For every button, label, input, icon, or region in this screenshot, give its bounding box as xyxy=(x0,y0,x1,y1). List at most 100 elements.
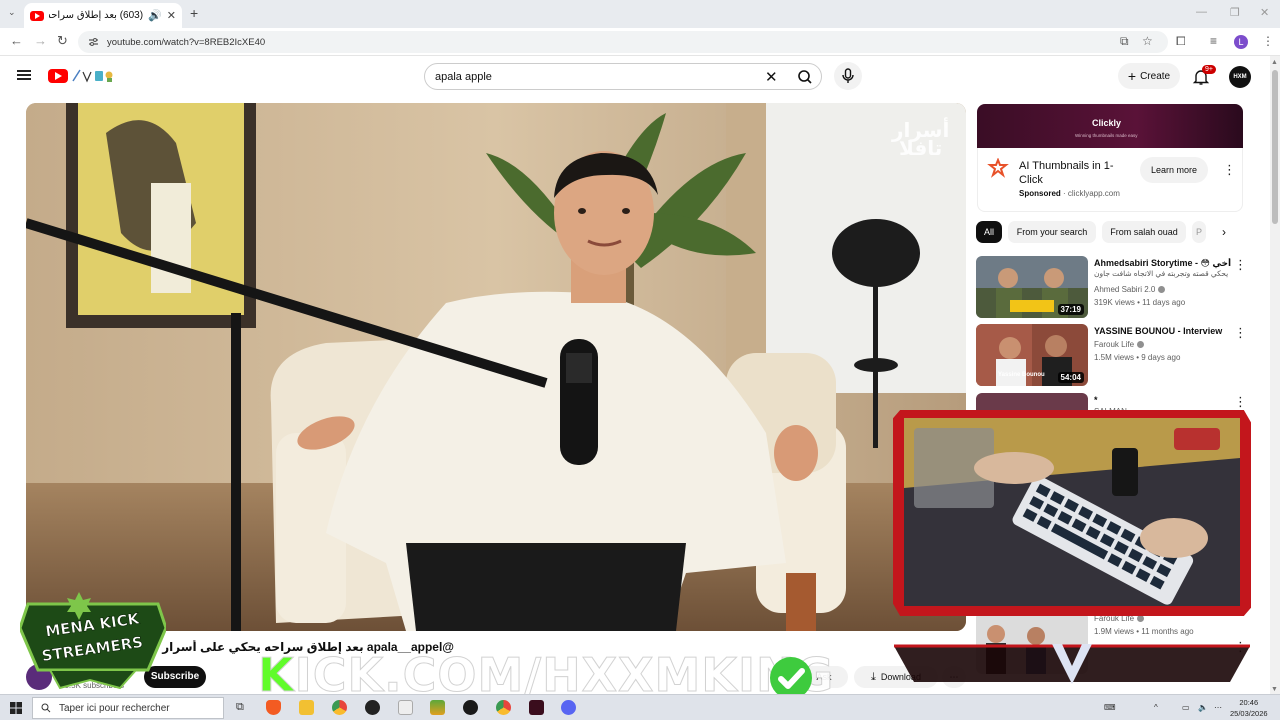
forward-icon[interactable]: → xyxy=(34,33,47,48)
new-tab-icon[interactable]: + xyxy=(190,5,198,21)
language-icon[interactable]: ⋯ xyxy=(1214,703,1222,712)
recommendation-more-options-icon[interactable]: ⋮ xyxy=(1234,395,1247,408)
chip-p[interactable]: P xyxy=(1192,221,1206,243)
speaker-icon[interactable]: 🔊 xyxy=(148,9,162,22)
taskbar-clock[interactable]: 20:46 25/03/2026 xyxy=(1230,697,1268,719)
sponsored-label: Sponsored xyxy=(1019,189,1061,198)
clear-search-icon[interactable]: ✕ xyxy=(765,68,778,86)
youtube-header: ✕ + Create 9+ HXM xyxy=(0,56,1270,98)
create-label: Create xyxy=(1140,70,1171,82)
file-explorer-icon[interactable] xyxy=(299,700,314,715)
reload-icon[interactable]: ↻ xyxy=(57,33,68,49)
recommendation-item[interactable]: Yassine Bounou 54:04 YASSINE BOUNOU - In… xyxy=(976,324,1247,386)
ad-more-options-icon[interactable]: ⋮ xyxy=(1223,163,1236,176)
task-view-icon[interactable]: ⧉ xyxy=(236,701,244,714)
scroll-down-arrow-icon[interactable]: ▼ xyxy=(1271,686,1278,693)
app-icon[interactable] xyxy=(365,700,380,715)
windows-start-icon[interactable] xyxy=(10,702,22,714)
minimize-icon[interactable]: — xyxy=(1196,6,1207,18)
microphone-icon[interactable] xyxy=(834,62,862,90)
chrome-profile-icon[interactable] xyxy=(496,700,511,715)
channel-name: Farouk Life xyxy=(1094,340,1135,349)
verified-icon xyxy=(1137,615,1145,623)
extensions-icon[interactable]: ⧠ xyxy=(1176,34,1186,49)
clickly-logo-icon xyxy=(987,158,1009,178)
learn-more-button[interactable]: Learn more xyxy=(1140,157,1208,183)
video-player[interactable]: أسرار تافلا xyxy=(26,103,966,631)
taskbar-search-placeholder: Taper ici pour rechercher xyxy=(59,702,170,714)
account-avatar[interactable]: HXM xyxy=(1229,66,1251,88)
volume-icon[interactable]: 🔈 xyxy=(1198,703,1208,712)
plus-icon: + xyxy=(1127,68,1137,84)
youtube-doodle-icon[interactable] xyxy=(71,67,117,83)
recommendation-title[interactable]: YASSINE BOUNOU - Interview xyxy=(1094,326,1234,336)
chrome-icon[interactable] xyxy=(332,700,347,715)
taskbar-search-box[interactable]: Taper ici pour rechercher xyxy=(32,697,224,719)
video-duration: 54:04 xyxy=(1057,372,1084,383)
video-frame-image xyxy=(26,103,966,631)
browser-menu-icon[interactable]: ⋮ xyxy=(1262,34,1274,48)
url-bar[interactable]: youtube.com/watch?v=8REB2IcXE40 xyxy=(78,31,1168,53)
bookmark-star-icon[interactable]: ☆ xyxy=(1142,34,1153,48)
notepad-icon[interactable] xyxy=(398,700,413,715)
reading-list-icon[interactable]: ≡ xyxy=(1210,34,1217,48)
search-input[interactable] xyxy=(435,70,755,83)
recommendation-subtitle: يحكي قصته وتجربته في الاتجاه شافت جاون xyxy=(1094,269,1229,278)
site-info-icon[interactable] xyxy=(88,37,99,47)
bluestacks-icon[interactable] xyxy=(430,700,445,715)
video-duration: 37:19 xyxy=(1057,304,1084,315)
recommendation-title[interactable]: Ahmedsabiri Storytime - 😳 أخي xyxy=(1094,258,1234,269)
webcam-overlay xyxy=(904,418,1240,606)
recommendation-title[interactable]: * xyxy=(1094,395,1234,405)
restore-icon[interactable]: ❐ xyxy=(1230,6,1240,19)
create-button[interactable]: + Create xyxy=(1118,63,1180,89)
chip-from-salah-ouad[interactable]: From salah ouad xyxy=(1102,221,1186,243)
recommendation-channel[interactable]: Ahmed Sabiri 2.0 xyxy=(1094,285,1166,294)
mena-kick-streamers-badge: MENA KICK STREAMERS xyxy=(20,592,166,690)
keyboard-icon[interactable]: ⌨ xyxy=(1104,703,1116,712)
network-icon[interactable]: ▭ xyxy=(1182,703,1190,712)
verified-icon xyxy=(1137,341,1145,349)
address-bar-row: ← → ↻ youtube.com/watch?v=8REB2IcXE40 ⧉ … xyxy=(0,28,1280,56)
search-box[interactable]: ✕ xyxy=(424,63,822,90)
recommendation-thumbnail[interactable]: Yassine Bounou 54:04 xyxy=(976,324,1088,386)
obs-icon[interactable] xyxy=(463,700,478,715)
recommendation-meta: 319K views • 11 days ago xyxy=(1094,298,1186,307)
close-window-icon[interactable]: ✕ xyxy=(1260,6,1269,19)
ad-tagline: Winning thumbnails made easy xyxy=(1075,133,1138,138)
channel-name: Ahmed Sabiri 2.0 xyxy=(1094,285,1156,294)
search-icon[interactable] xyxy=(791,68,819,86)
ad-sponsor-line: Sponsored · clicklyapp.com xyxy=(1019,189,1120,198)
recommendation-thumbnail[interactable]: 37:19 xyxy=(976,256,1088,318)
clock-time: 20:46 xyxy=(1239,698,1259,707)
recommendation-item[interactable]: 37:19 Ahmedsabiri Storytime - 😳 أخي يحكي… xyxy=(976,256,1247,318)
clock-date: 25/03/2026 xyxy=(1230,709,1268,718)
recommendation-more-options-icon[interactable]: ⋮ xyxy=(1234,326,1247,339)
tab-list-chevron-icon[interactable]: ⌄ xyxy=(8,7,16,18)
tray-arrow-icon[interactable]: ^ xyxy=(1154,703,1158,712)
recommendation-more-options-icon[interactable]: ⋮ xyxy=(1234,258,1247,271)
browser-tab-youtube[interactable]: (603) بعد إطلاق سراحه يحكي 🔊 ✕ xyxy=(24,3,182,28)
chip-all[interactable]: All xyxy=(976,221,1002,243)
ad-brand: Clickly xyxy=(1092,118,1122,128)
ad-title[interactable]: AI Thumbnails in 1-Click xyxy=(1019,159,1119,187)
close-tab-icon[interactable]: ✕ xyxy=(167,9,176,22)
scroll-up-arrow-icon[interactable]: ▲ xyxy=(1271,59,1278,66)
chip-from-your-search[interactable]: From your search xyxy=(1008,221,1096,243)
discord-icon[interactable] xyxy=(561,700,576,715)
recommendation-channel[interactable]: Farouk Life xyxy=(1094,340,1145,349)
recommendation-meta: 1.5M views • 9 days ago xyxy=(1094,353,1181,362)
green-checkmark-icon xyxy=(770,657,812,699)
cast-icon[interactable]: ⧉ xyxy=(1120,34,1129,49)
brave-browser-icon[interactable] xyxy=(266,700,281,715)
youtube-logo-icon[interactable] xyxy=(48,69,68,83)
streamer-logo-bar xyxy=(894,644,1250,684)
back-icon[interactable]: ← xyxy=(10,33,23,48)
browser-profile-avatar[interactable]: L xyxy=(1234,35,1248,49)
hamburger-menu-icon[interactable] xyxy=(17,70,31,80)
url-text: youtube.com/watch?v=8REB2IcXE40 xyxy=(107,36,266,48)
chips-next-chevron-icon[interactable]: › xyxy=(1222,225,1226,239)
adobe-app-icon[interactable] xyxy=(529,700,544,715)
browser-tab-bar: ⌄ (603) بعد إطلاق سراحه يحكي 🔊 ✕ + — ❐ ✕ xyxy=(0,0,1280,28)
page-scrollbar-thumb[interactable] xyxy=(1272,70,1278,224)
